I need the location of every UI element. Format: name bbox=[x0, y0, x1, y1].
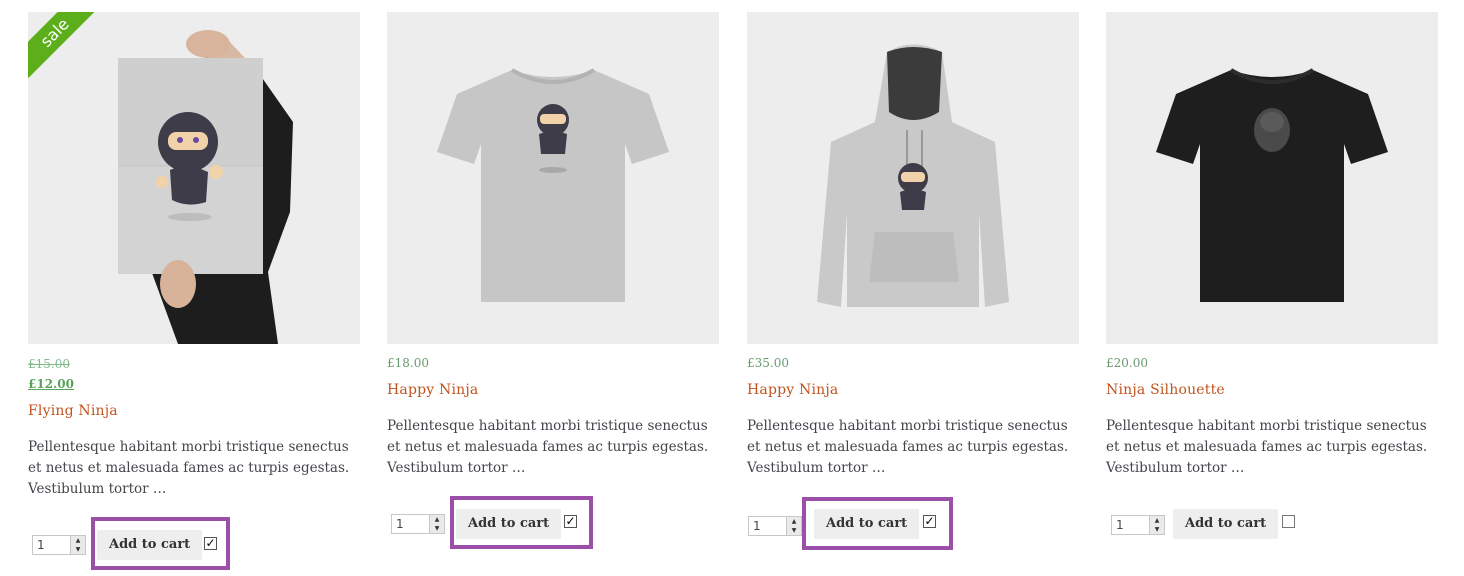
product-image-poster[interactable]: sale bbox=[28, 12, 360, 344]
poster-illustration bbox=[118, 30, 293, 344]
product-description: Pellentesque habitant morbi tristique se… bbox=[387, 418, 709, 476]
quantity-input[interactable]: 1 ▲ ▼ bbox=[391, 514, 445, 534]
quantity-value: 1 bbox=[1116, 518, 1124, 532]
product-card: sale bbox=[28, 12, 360, 344]
select-checkbox[interactable]: ✓ bbox=[564, 515, 577, 528]
quantity-input[interactable]: 1 ▲ ▼ bbox=[1111, 515, 1165, 535]
quantity-spinner[interactable]: ▲ ▼ bbox=[429, 515, 444, 533]
price-sale[interactable]: £12.00 bbox=[28, 377, 74, 391]
add-to-cart-button[interactable]: Add to cart bbox=[1173, 509, 1279, 539]
product-title[interactable]: Happy Ninja bbox=[387, 382, 478, 398]
product-description: Pellentesque habitant morbi tristique se… bbox=[747, 418, 1069, 476]
quantity-input[interactable]: 1 ▲ ▼ bbox=[32, 535, 86, 555]
product-price: £35.00 bbox=[747, 356, 789, 370]
quantity-spinner[interactable]: ▲ ▼ bbox=[786, 517, 801, 535]
add-to-cart-button[interactable]: Add to cart bbox=[456, 509, 562, 539]
product-image-tshirt[interactable] bbox=[387, 12, 719, 344]
quantity-value: 1 bbox=[753, 519, 761, 533]
product-description: Pellentesque habitant morbi tristique se… bbox=[28, 439, 350, 497]
product-title[interactable]: Happy Ninja bbox=[747, 382, 838, 398]
add-to-cart-button[interactable]: Add to cart bbox=[814, 509, 920, 539]
hoodie-illustration bbox=[817, 44, 1009, 307]
quantity-input[interactable]: 1 ▲ ▼ bbox=[748, 516, 802, 536]
select-checkbox[interactable]: ✓ bbox=[923, 515, 936, 528]
black-tshirt-illustration bbox=[1156, 68, 1388, 302]
select-checkbox[interactable] bbox=[1282, 515, 1295, 528]
tshirt-illustration bbox=[437, 68, 669, 302]
product-image-hoodie[interactable] bbox=[747, 12, 1079, 344]
quantity-spinner[interactable]: ▲ ▼ bbox=[1149, 516, 1164, 534]
quantity-value: 1 bbox=[396, 517, 404, 531]
product-description: Pellentesque habitant morbi tristique se… bbox=[1106, 418, 1428, 476]
product-card bbox=[747, 12, 1079, 344]
product-price: £18.00 bbox=[387, 356, 429, 370]
price-old: £15.00 bbox=[28, 357, 70, 371]
product-title[interactable]: Flying Ninja bbox=[28, 403, 118, 419]
product-card bbox=[387, 12, 719, 344]
product-image-black-tshirt[interactable] bbox=[1106, 12, 1438, 344]
add-to-cart-button[interactable]: Add to cart bbox=[97, 530, 203, 560]
quantity-value: 1 bbox=[37, 538, 45, 552]
quantity-spinner[interactable]: ▲ ▼ bbox=[70, 536, 85, 554]
product-price: £20.00 bbox=[1106, 356, 1148, 370]
product-card bbox=[1106, 12, 1438, 344]
select-checkbox[interactable]: ✓ bbox=[204, 537, 217, 550]
product-title[interactable]: Ninja Silhouette bbox=[1106, 382, 1225, 398]
